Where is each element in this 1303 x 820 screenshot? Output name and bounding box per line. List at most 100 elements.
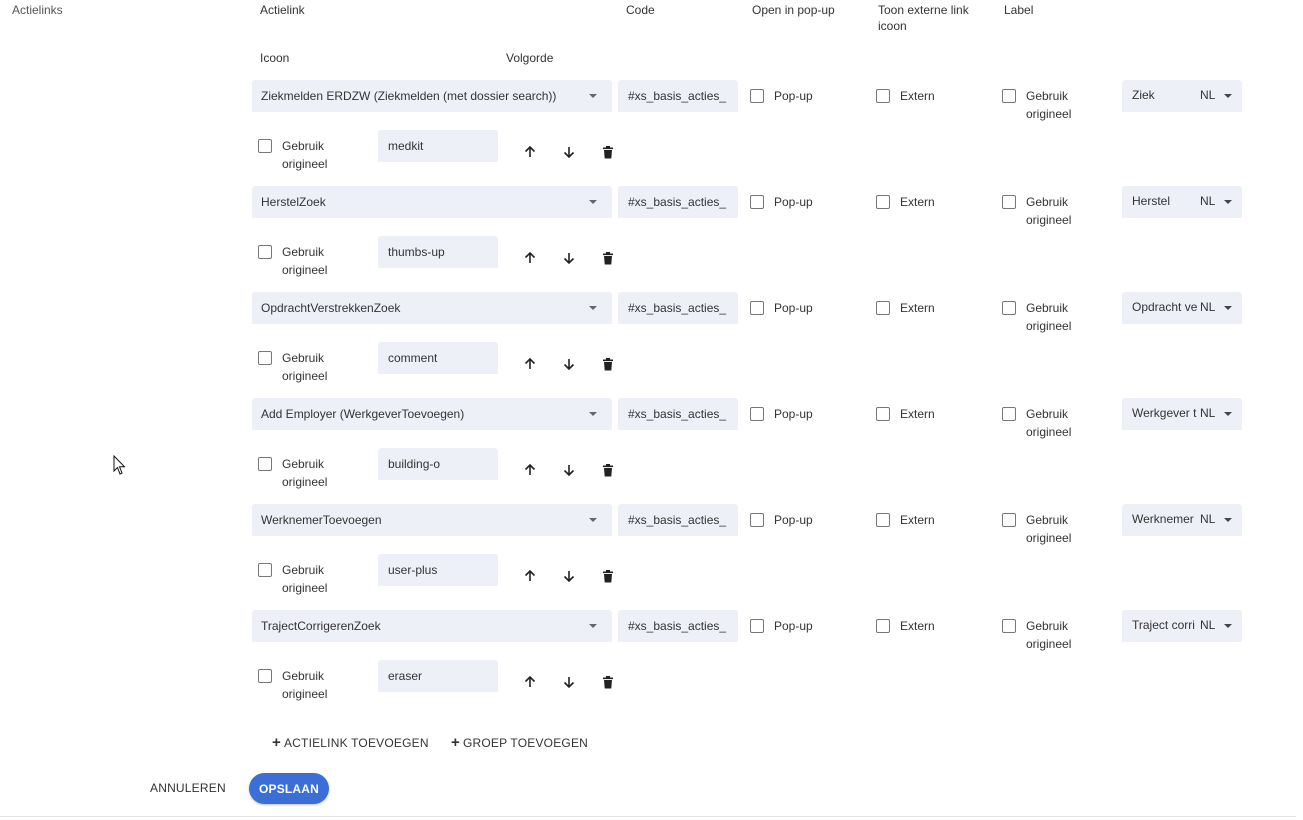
code-input[interactable]: #xs_basis_acties_ <box>618 292 738 324</box>
arrow-down-icon[interactable] <box>561 250 577 266</box>
actielink-select-value: WerknemerToevoegen <box>261 513 382 527</box>
actielink-select[interactable]: TrajectCorrigerenZoek <box>252 610 612 642</box>
save-button[interactable]: OPSLAAN <box>249 773 329 804</box>
label-use-original-checkbox[interactable] <box>1002 89 1016 103</box>
arrow-up-icon[interactable] <box>522 356 538 372</box>
label-input[interactable]: Ziek NL <box>1122 80 1242 112</box>
language-select[interactable]: NL <box>1200 512 1215 526</box>
arrow-up-icon[interactable] <box>522 462 538 478</box>
external-checkbox[interactable] <box>876 195 890 209</box>
icon-use-original-label: Gebruik origineel <box>282 455 327 491</box>
language-select[interactable]: NL <box>1200 300 1215 314</box>
popup-checkbox[interactable] <box>750 301 764 315</box>
actielink-select[interactable]: WerknemerToevoegen <box>252 504 612 536</box>
chevron-down-icon <box>589 94 597 98</box>
label-use-original-label: Gebruik origineel <box>1026 193 1071 229</box>
external-checkbox[interactable] <box>876 513 890 527</box>
arrow-up-icon[interactable] <box>522 144 538 160</box>
icon-use-original-label: Gebruik origineel <box>282 561 327 597</box>
arrow-down-icon[interactable] <box>561 462 577 478</box>
label-input[interactable]: Opdracht ve NL <box>1122 292 1242 324</box>
trash-icon[interactable] <box>600 250 616 266</box>
language-select[interactable]: NL <box>1200 88 1215 102</box>
add-group-button[interactable]: + GROEP TOEVOEGEN <box>451 735 588 751</box>
header-code: Code <box>626 3 655 17</box>
external-checkbox[interactable] <box>876 301 890 315</box>
code-input[interactable]: #xs_basis_acties_ <box>618 186 738 218</box>
icon-use-original-checkbox[interactable] <box>258 351 272 365</box>
label-use-original-checkbox[interactable] <box>1002 195 1016 209</box>
trash-icon[interactable] <box>600 144 616 160</box>
label-use-original-line1: Gebruik <box>1026 301 1069 315</box>
icon-use-original-checkbox[interactable] <box>258 245 272 259</box>
label-input-value: Herstel <box>1132 194 1171 208</box>
code-input[interactable]: #xs_basis_acties_ <box>618 504 738 536</box>
language-select[interactable]: NL <box>1200 194 1215 208</box>
chevron-down-icon <box>1224 412 1232 416</box>
icon-input[interactable]: building-o <box>378 448 498 480</box>
label-use-original-label: Gebruik origineel <box>1026 87 1071 123</box>
header-external-line1: Toon externe link <box>878 3 969 17</box>
icon-use-original-line2: origineel <box>282 157 328 171</box>
popup-checkbox[interactable] <box>750 195 764 209</box>
actielink-select[interactable]: Ziekmelden ERDZW (Ziekmelden (met dossie… <box>252 80 612 112</box>
label-input[interactable]: Herstel NL <box>1122 186 1242 218</box>
popup-checkbox[interactable] <box>750 619 764 633</box>
actielink-select[interactable]: Add Employer (WerkgeverToevoegen) <box>252 398 612 430</box>
external-checkbox[interactable] <box>876 619 890 633</box>
trash-icon[interactable] <box>600 356 616 372</box>
label-use-original-line2: origineel <box>1026 213 1072 227</box>
cancel-button[interactable]: ANNULEREN <box>150 781 226 795</box>
code-input[interactable]: #xs_basis_acties_ <box>618 80 738 112</box>
arrow-down-icon[interactable] <box>561 674 577 690</box>
icon-use-original-checkbox[interactable] <box>258 139 272 153</box>
arrow-up-icon[interactable] <box>522 674 538 690</box>
icon-input[interactable]: medkit <box>378 130 498 162</box>
icon-input[interactable]: comment <box>378 342 498 374</box>
arrow-down-icon[interactable] <box>561 144 577 160</box>
label-use-original-checkbox[interactable] <box>1002 619 1016 633</box>
code-input[interactable]: #xs_basis_acties_ <box>618 398 738 430</box>
actielink-select[interactable]: OpdrachtVerstrekkenZoek <box>252 292 612 324</box>
actielink-row: Add Employer (WerkgeverToevoegen) #xs_ba… <box>0 398 1303 504</box>
label-input[interactable]: Traject corri NL <box>1122 610 1242 642</box>
external-checkbox[interactable] <box>876 407 890 421</box>
language-select[interactable]: NL <box>1200 406 1215 420</box>
icon-use-original-line2: origineel <box>282 687 328 701</box>
icon-use-original-checkbox[interactable] <box>258 563 272 577</box>
external-checkbox[interactable] <box>876 89 890 103</box>
label-use-original-checkbox[interactable] <box>1002 513 1016 527</box>
arrow-down-icon[interactable] <box>561 568 577 584</box>
arrow-up-icon[interactable] <box>522 568 538 584</box>
plus-icon: + <box>272 734 281 751</box>
label-use-original-checkbox[interactable] <box>1002 407 1016 421</box>
popup-checkbox[interactable] <box>750 89 764 103</box>
icon-input[interactable]: eraser <box>378 660 498 692</box>
language-select[interactable]: NL <box>1200 618 1215 632</box>
plus-icon: + <box>451 734 460 751</box>
actielink-select[interactable]: HerstelZoek <box>252 186 612 218</box>
add-actielink-button[interactable]: + ACTIELINK TOEVOEGEN <box>272 735 429 751</box>
actielink-select-value: OpdrachtVerstrekkenZoek <box>261 301 401 315</box>
label-use-original-line2: origineel <box>1026 425 1072 439</box>
popup-label: Pop-up <box>774 301 813 315</box>
code-input[interactable]: #xs_basis_acties_ <box>618 610 738 642</box>
label-use-original-checkbox[interactable] <box>1002 301 1016 315</box>
popup-checkbox[interactable] <box>750 407 764 421</box>
icon-use-original-checkbox[interactable] <box>258 457 272 471</box>
icon-use-original-checkbox[interactable] <box>258 669 272 683</box>
trash-icon[interactable] <box>600 568 616 584</box>
icon-input[interactable]: user-plus <box>378 554 498 586</box>
chevron-down-icon <box>589 624 597 628</box>
header-label: Label <box>1004 3 1034 17</box>
trash-icon[interactable] <box>600 674 616 690</box>
trash-icon[interactable] <box>600 462 616 478</box>
label-use-original-label: Gebruik origineel <box>1026 511 1071 547</box>
arrow-down-icon[interactable] <box>561 356 577 372</box>
arrow-up-icon[interactable] <box>522 250 538 266</box>
popup-checkbox[interactable] <box>750 513 764 527</box>
label-input[interactable]: Werknemer NL <box>1122 504 1242 536</box>
icon-input[interactable]: thumbs-up <box>378 236 498 268</box>
icon-use-original-line2: origineel <box>282 263 328 277</box>
label-input[interactable]: Werkgever t NL <box>1122 398 1242 430</box>
